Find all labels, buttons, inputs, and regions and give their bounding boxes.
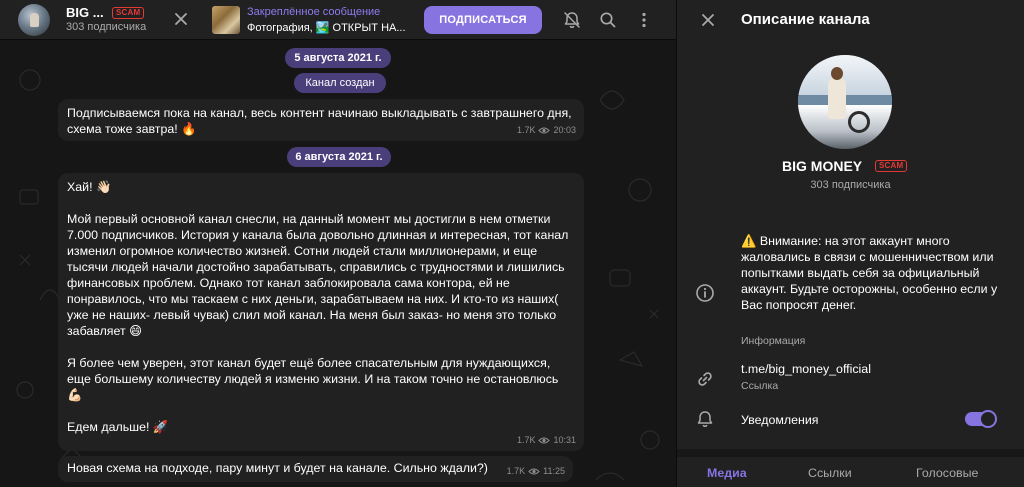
service-message: Канал создан [294,73,386,93]
search-icon[interactable] [598,10,618,30]
view-count: 1.7K [506,466,526,476]
more-options-icon[interactable] [634,10,654,30]
message-text: Новая схема на подходе, пару минут и буд… [67,461,488,475]
avatar-steering-wheel [848,111,870,133]
telegram-window: BIG ... SCAM 303 подписчика Закреплённое… [0,0,1024,487]
info-label: Информация [741,335,806,347]
channel-avatar-large[interactable] [798,55,892,149]
date-separator: 6 августа 2021 г. [287,147,391,167]
channel-name: BIG MONEY [782,158,863,174]
panel-title: Описание канала [741,11,870,28]
views-eye-icon [538,127,551,133]
message-meta: 1.7K 20:03 [517,122,576,138]
channel-title[interactable]: BIG ... [66,5,104,20]
message-time: 20:03 [553,125,576,135]
pinned-message-text[interactable]: Фотография, 🏞️ ОТКРЫТ НА... [247,21,406,34]
date-separator: 5 августа 2021 г. [285,48,391,68]
subscribe-button[interactable]: ПОДПИСАТЬСЯ [424,6,542,34]
message-meta: 1.7K 10:31 [517,432,576,448]
views-eye-icon [528,468,540,474]
tab-media[interactable]: Медиа [707,466,747,480]
pinned-message-label[interactable]: Закреплённое сообщение [247,6,380,18]
message-bubble[interactable]: Хай! 👋🏻 Мой первый основной канал снесли… [58,173,584,451]
subscriber-count: 303 подписчика [810,179,891,191]
channel-link[interactable]: t.me/big_money_official [741,362,871,376]
view-count: 1.7K [516,435,536,445]
mute-bell-icon[interactable] [562,10,582,30]
channel-avatar[interactable] [18,4,50,36]
message-time: 10:31 [553,435,576,445]
chat-area: BIG ... SCAM 303 подписчика Закреплённое… [0,0,676,487]
link-label: Ссылка [741,380,779,392]
message-bubble[interactable]: Новая схема на подходе, пару минут и буд… [58,456,573,482]
notifications-label: Уведомления [741,413,819,427]
avatar-person [828,77,846,119]
scam-badge: SCAM [875,160,908,172]
info-icon [696,284,714,302]
view-count: 1.7K [516,125,536,135]
tab-voice[interactable]: Голосовые [916,466,978,480]
message-time: 11:25 [543,466,565,476]
avatar-person-head [831,67,843,80]
message-meta: 1.7K 11:25 [507,463,565,479]
pinned-message-thumbnail[interactable] [212,6,240,34]
link-icon [698,372,712,386]
tabs-separator [677,449,1024,457]
chat-header[interactable]: BIG ... SCAM 303 подписчика Закреплённое… [0,0,676,40]
tab-links[interactable]: Ссылки [808,466,852,480]
message-bubble[interactable]: Подписываемся пока на канал, весь контен… [58,99,584,141]
message-text: Подписываемся пока на канал, весь контен… [67,106,572,136]
scam-badge: SCAM [112,7,145,19]
message-text: Хай! 👋🏻 Мой первый основной канал снесли… [67,180,569,434]
scam-warning-text: ⚠️ Внимание: на этот аккаунт много жалов… [741,234,998,312]
views-eye-icon [538,437,551,443]
notifications-toggle[interactable] [965,410,997,428]
close-panel-icon[interactable] [699,11,717,29]
bell-icon [697,411,713,427]
close-icon[interactable] [172,10,190,28]
subscriber-count: 303 подписчика [66,21,147,33]
channel-info-panel: Описание канала BIG MONEY SCAM 303 подпи… [677,0,1024,487]
